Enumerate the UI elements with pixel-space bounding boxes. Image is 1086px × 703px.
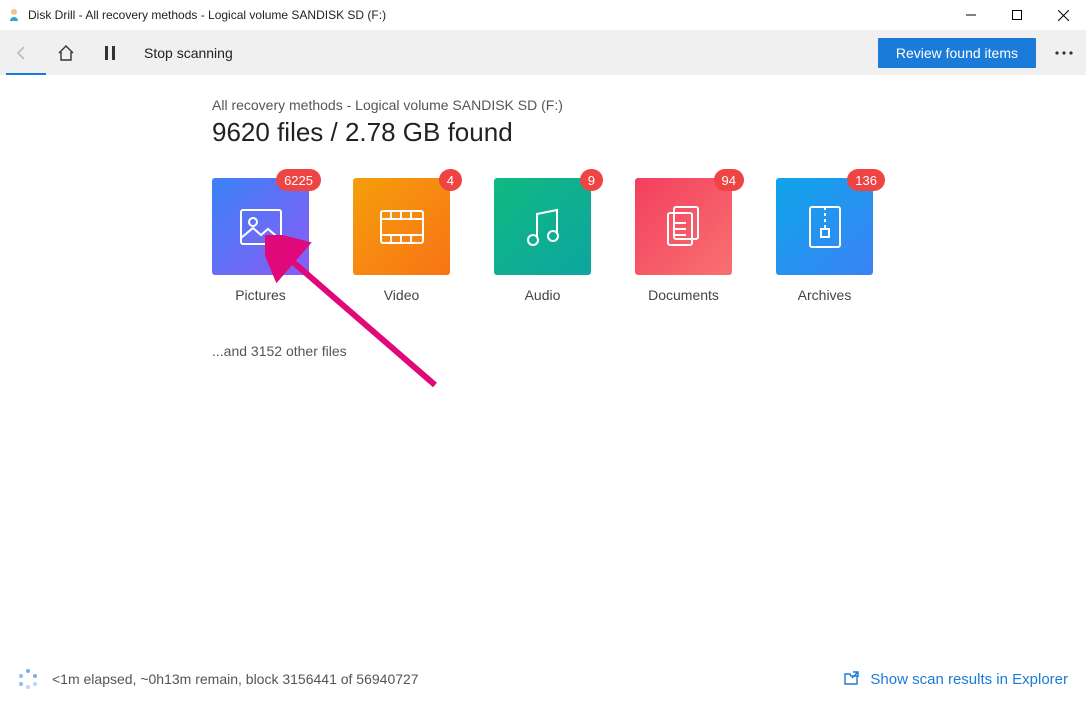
toolbar: Stop scanning Review found items	[0, 30, 1086, 75]
review-found-items-button[interactable]: Review found items	[878, 38, 1036, 68]
tile-audio[interactable]: 9 Audio	[494, 178, 591, 303]
image-icon	[212, 178, 309, 275]
tile-badge: 6225	[276, 169, 321, 191]
tile-badge: 9	[580, 169, 603, 191]
tile-label: Archives	[776, 287, 873, 303]
titlebar-text: Disk Drill - All recovery methods - Logi…	[28, 8, 386, 22]
category-tiles: 6225 Pictures 4 Video 9 Audio 94 Documen…	[212, 178, 1086, 303]
tile-label: Pictures	[212, 287, 309, 303]
spinner-icon	[18, 669, 38, 689]
app-icon	[6, 7, 22, 23]
tile-documents[interactable]: 94 Documents	[635, 178, 732, 303]
explorer-icon	[842, 670, 860, 688]
tile-label: Audio	[494, 287, 591, 303]
tile-badge: 4	[439, 169, 462, 191]
document-icon	[635, 178, 732, 275]
tile-archives[interactable]: 136 Archives	[776, 178, 873, 303]
status-text: <1m elapsed, ~0h13m remain, block 315644…	[52, 671, 419, 687]
maximize-button[interactable]	[994, 0, 1040, 30]
tile-badge: 94	[714, 169, 744, 191]
home-button[interactable]	[44, 31, 88, 75]
show-in-explorer-label: Show scan results in Explorer	[870, 671, 1068, 688]
film-icon	[353, 178, 450, 275]
statusbar: <1m elapsed, ~0h13m remain, block 315644…	[0, 655, 1086, 703]
back-button[interactable]	[0, 31, 44, 75]
tile-label: Documents	[635, 287, 732, 303]
page-subtitle: All recovery methods - Logical volume SA…	[212, 97, 1086, 113]
page-headline: 9620 files / 2.78 GB found	[212, 117, 1086, 148]
music-icon	[494, 178, 591, 275]
stop-scanning-button[interactable]: Stop scanning	[132, 31, 245, 75]
close-button[interactable]	[1040, 0, 1086, 30]
show-in-explorer-link[interactable]: Show scan results in Explorer	[842, 670, 1068, 688]
tile-badge: 136	[847, 169, 885, 191]
active-tab-underline	[6, 73, 46, 75]
other-files-text: ...and 3152 other files	[212, 343, 1086, 359]
minimize-button[interactable]	[948, 0, 994, 30]
tile-video[interactable]: 4 Video	[353, 178, 450, 303]
main-content: All recovery methods - Logical volume SA…	[0, 75, 1086, 359]
archive-icon	[776, 178, 873, 275]
titlebar: Disk Drill - All recovery methods - Logi…	[0, 0, 1086, 30]
pause-button[interactable]	[88, 31, 132, 75]
tile-label: Video	[353, 287, 450, 303]
more-options-button[interactable]	[1042, 31, 1086, 75]
window-controls	[948, 0, 1086, 30]
tile-pictures[interactable]: 6225 Pictures	[212, 178, 309, 303]
